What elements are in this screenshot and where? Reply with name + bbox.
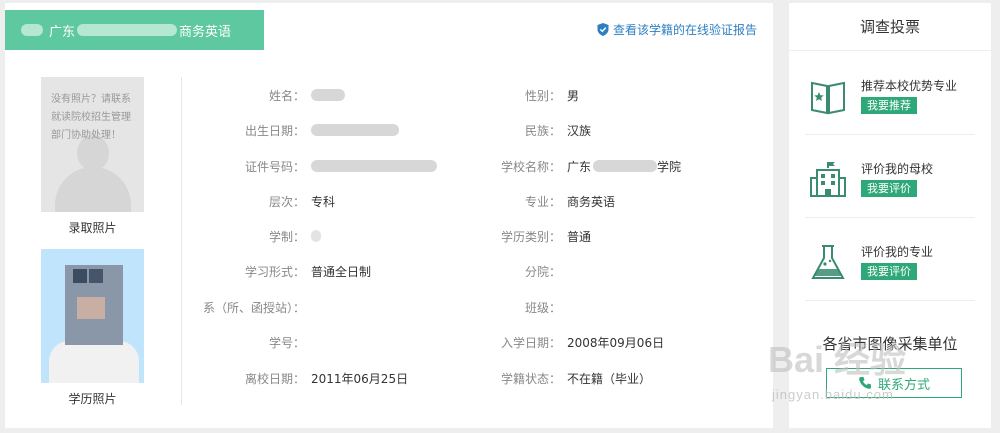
survey-item-text: 评价我的母校 (861, 162, 934, 176)
divider (805, 134, 975, 135)
survey-item-rate-major: 评价我的专业 我要评价 (805, 237, 975, 297)
admission-photo-caption: 录取照片 (68, 221, 117, 235)
field-value: 普通全日制 (311, 264, 372, 279)
record-header-tab: 广东 商务英语 (5, 10, 264, 50)
header-major: 商务英语 (179, 24, 232, 40)
photo-column: 没有照片？请联系就读院校招生管理部门协助处理！ 录取照片 学历照片 (41, 77, 144, 410)
field-label: 民族： (524, 123, 561, 138)
field-label: 学籍状态： (500, 371, 561, 386)
blurred-value (311, 89, 345, 101)
field-label: 学习形式： (244, 264, 305, 279)
pixel-block (77, 297, 105, 319)
blurred-text (77, 24, 178, 36)
flask-icon (811, 245, 845, 279)
blurred-value (311, 230, 321, 242)
degree-photo (41, 249, 144, 383)
field-label: 系（所、函授站）： (202, 300, 305, 315)
contact-button-label[interactable]: 联系方式 (878, 374, 930, 393)
field-value: 广东 (567, 159, 592, 174)
book-star-icon (811, 81, 845, 115)
verify-report-link[interactable]: 查看该学籍的在线验证报告 (597, 21, 757, 38)
field-label: 证件号码： (244, 159, 305, 174)
person-silhouette-body (55, 167, 131, 212)
header-school-prefix: 广东 (49, 24, 76, 40)
field-label: 层次： (268, 194, 305, 209)
field-enroll-date: 入学日期： 2008年09月06日 (445, 332, 664, 352)
field-value: 普通 (567, 229, 592, 244)
verify-report-text[interactable]: 查看该学籍的在线验证报告 (613, 21, 757, 38)
blurred-value (311, 124, 399, 136)
field-label: 学号： (268, 335, 305, 350)
field-value: 专科 (311, 194, 336, 209)
field-value: 2011年06月25日 (311, 371, 409, 386)
collection-units-title: 各省市图像采集单位 (822, 335, 958, 353)
field-student-number: 学号： (195, 332, 305, 352)
admission-photo-placeholder: 没有照片？请联系就读院校招生管理部门协助处理！ (41, 77, 144, 212)
contact-button[interactable]: 联系方式 (826, 368, 962, 398)
field-label: 入学日期： (500, 335, 561, 350)
field-status: 学籍状态： 不在籍（毕业） (445, 368, 651, 388)
field-dob: 出生日期： (195, 120, 399, 140)
field-level: 层次： 专科 (195, 191, 335, 211)
phone-icon (859, 377, 871, 389)
field-study-form: 学习形式： 普通全日制 (195, 261, 371, 281)
field-duration: 学制： (195, 226, 321, 246)
rate-school-button[interactable]: 我要评价 (861, 180, 917, 197)
student-record-card: 广东 商务英语 查看该学籍的在线验证报告 没有照片？请联系就读院校招生管理部门协… (5, 3, 773, 428)
pixel-block (73, 269, 87, 283)
field-label: 出生日期： (244, 123, 305, 138)
divider (805, 300, 975, 301)
column-divider (181, 77, 182, 405)
field-label: 分院： (524, 264, 561, 279)
field-label: 专业： (524, 194, 561, 209)
degree-photo-caption: 学历照片 (68, 392, 117, 406)
field-id-number: 证件号码： (195, 156, 437, 176)
field-leave-date: 离校日期： 2011年06月25日 (195, 368, 408, 388)
shield-check-icon (597, 23, 609, 36)
field-label: 学历类别： (500, 229, 561, 244)
survey-item-recommend: 推荐本校优势专业 我要推荐 (805, 71, 975, 131)
field-value: 学院 (657, 159, 682, 174)
field-value: 2008年09月06日 (567, 335, 665, 350)
pixel-block (89, 269, 103, 283)
field-label: 离校日期： (244, 371, 305, 386)
rate-major-button[interactable]: 我要评价 (861, 263, 917, 280)
recommend-button[interactable]: 我要推荐 (861, 97, 917, 114)
missing-photo-message: 没有照片？请联系就读院校招生管理部门协助处理！ (51, 94, 131, 141)
field-label: 学制： (268, 229, 305, 244)
field-label: 学校名称： (500, 159, 561, 174)
field-value: 汉族 (567, 123, 592, 138)
sidebar-title: 调查投票 (789, 3, 991, 51)
field-class: 班级： (445, 297, 561, 317)
survey-sidebar: 调查投票 推荐本校优势专业 我要推荐 评价我的母校 我要评价 评价我的专业 我要… (789, 3, 991, 428)
field-label: 性别： (524, 88, 561, 103)
blurred-text (21, 24, 43, 36)
field-label: 姓名： (268, 88, 305, 103)
field-branch: 分院： (445, 261, 561, 281)
survey-item-text: 推荐本校优势专业 (861, 79, 958, 93)
survey-item-text: 评价我的专业 (861, 245, 934, 259)
blurred-value (311, 160, 437, 172)
pixelated-shirt (49, 341, 139, 383)
field-department: 系（所、函授站）： (195, 297, 305, 317)
field-name: 姓名： (195, 85, 345, 105)
field-value: 不在籍（毕业） (567, 371, 652, 386)
divider (805, 217, 975, 218)
field-ethnicity: 民族： 汉族 (445, 120, 591, 140)
field-school-name: 学校名称： 广东 学院 (445, 156, 681, 176)
field-value: 男 (567, 88, 580, 103)
field-gender: 性别： 男 (445, 85, 579, 105)
survey-item-rate-school: 评价我的母校 我要评价 (805, 154, 975, 214)
field-major: 专业： 商务英语 (445, 191, 615, 211)
field-value: 商务英语 (567, 194, 616, 209)
field-label: 班级： (524, 300, 561, 315)
field-category: 学历类别： 普通 (445, 226, 591, 246)
blurred-value (593, 160, 658, 172)
school-building-icon (810, 162, 846, 197)
